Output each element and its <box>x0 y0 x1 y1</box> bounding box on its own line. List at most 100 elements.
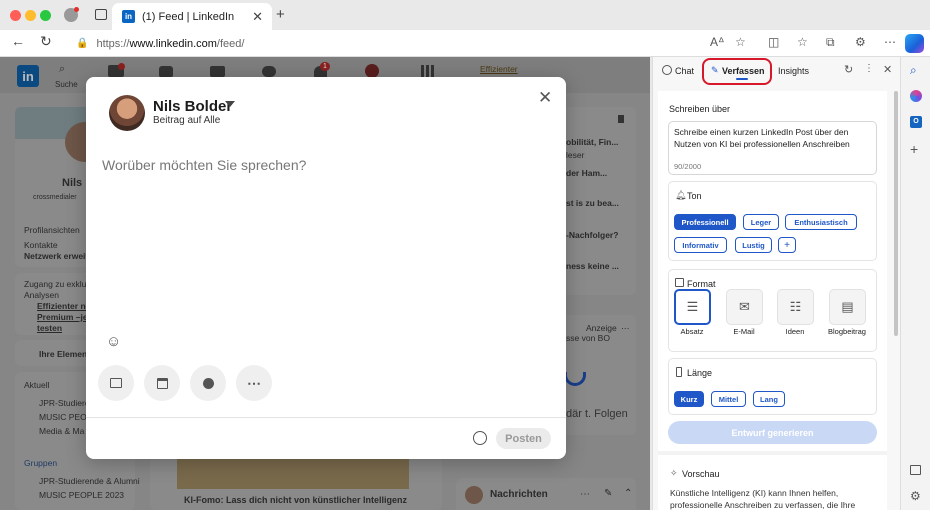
premium-link3[interactable]: testen <box>37 323 62 333</box>
post-text-area[interactable]: Worüber möchten Sie sprechen? <box>102 157 552 337</box>
split-screen-icon[interactable]: ◫ <box>768 35 779 49</box>
read-aloud-icon[interactable]: Aᐞ <box>710 35 725 49</box>
post-visibility[interactable]: Beitrag auf Alle <box>153 115 220 126</box>
url-field[interactable]: 🔒 https://www.linkedin.com/feed/ <box>66 33 766 54</box>
refresh-icon[interactable]: ↻ <box>844 63 853 76</box>
post-title[interactable]: KI-Fomo: Lass dich nicht von künstlicher… <box>184 495 407 505</box>
author-name[interactable]: Nils Bolder <box>153 98 232 115</box>
group-item[interactable]: MUSIC PEOPLE 2023 <box>39 490 124 500</box>
tab-actions-icon[interactable] <box>95 9 107 20</box>
celebrate-button[interactable] <box>190 365 226 401</box>
chevron-up-icon[interactable]: ⌃ <box>624 488 632 499</box>
maximize-window-icon[interactable] <box>40 10 51 21</box>
more-options-button[interactable]: ⋯ <box>236 365 272 401</box>
tab-insights[interactable]: Insights <box>778 66 809 76</box>
linkedin-logo[interactable]: in <box>17 65 39 87</box>
search-icon[interactable]: ⌕ <box>910 63 917 78</box>
close-window-icon[interactable] <box>10 10 21 21</box>
tab-compose[interactable]: Verfassen <box>722 66 765 76</box>
tone-option-casual[interactable]: Leger <box>743 214 779 230</box>
address-toolbar: ← ↻ 🔒 https://www.linkedin.com/feed/ Aᐞ … <box>0 30 930 57</box>
favorite-icon[interactable]: ☆ <box>735 35 746 49</box>
tone-option-enthusiastic[interactable]: Enthusiastisch <box>785 214 857 230</box>
more-icon[interactable]: ⋯ <box>884 35 896 49</box>
format-option-paragraph[interactable]: ☰ <box>674 289 711 325</box>
me-avatar[interactable] <box>365 64 379 78</box>
clock-icon[interactable] <box>473 431 487 445</box>
author-avatar[interactable] <box>109 95 145 131</box>
news-item[interactable]: ness keine ... <box>566 261 619 271</box>
close-icon[interactable]: ✕ <box>538 88 552 108</box>
more-vertical-icon[interactable]: ⋮ <box>864 63 874 74</box>
length-option-medium[interactable]: Mittel <box>711 391 746 407</box>
length-icon <box>676 367 682 377</box>
tone-option-professional[interactable]: Professionell <box>674 214 736 230</box>
news-item[interactable]: -Nachfolger? <box>566 230 618 240</box>
ad-follow[interactable]: där t. Folgen <box>566 408 628 420</box>
search-label: Suche <box>55 80 78 89</box>
reload-icon[interactable]: ↻ <box>40 33 52 50</box>
stat-grow-network[interactable]: Netzwerk erweit <box>24 251 88 261</box>
format-option-blog[interactable]: ▤ <box>829 289 866 325</box>
emoji-icon[interactable]: ☺ <box>106 333 121 350</box>
copilot-sidebar: Chat ✎ Verfassen Insights ↻ ⋮ ✕ Schreibe… <box>652 57 901 510</box>
preview-text: Künstliche Intelligenz (KI) kann Ihnen h… <box>670 488 856 510</box>
copilot-app-icon[interactable] <box>910 90 922 102</box>
length-option-short[interactable]: Kurz <box>674 391 704 407</box>
settings-icon[interactable]: ⚙ <box>910 489 921 503</box>
jobs-icon[interactable] <box>210 66 225 77</box>
stat-connections[interactable]: Kontakte <box>24 240 58 250</box>
outlook-icon[interactable]: O <box>910 116 922 128</box>
favorites-icon[interactable]: ☆ <box>797 35 808 49</box>
search-icon[interactable]: ⌕ <box>59 63 65 76</box>
format-option-email[interactable]: ✉ <box>726 289 763 325</box>
recent-item[interactable]: Media & Ma <box>39 426 84 436</box>
news-item[interactable]: der Ham... <box>566 168 607 178</box>
news-item[interactable]: st is zu bea... <box>566 198 619 208</box>
premium-link2[interactable]: Premium –jet <box>37 312 90 322</box>
generate-draft-button[interactable]: Entwurf generieren <box>668 421 877 444</box>
new-tab-icon[interactable]: + <box>276 6 285 23</box>
prompt-textarea[interactable]: Schreibe einen kurzen LinkedIn Post über… <box>668 121 877 175</box>
info-icon[interactable] <box>618 115 624 123</box>
ad-more-icon[interactable]: ⋯ <box>621 323 630 334</box>
tone-option-informative[interactable]: Informativ <box>674 237 727 253</box>
collections-icon[interactable]: ⧉ <box>826 35 835 50</box>
news-item[interactable]: obilität, Fin... <box>566 137 618 147</box>
preview-label: Vorschau <box>682 469 720 479</box>
extensions-icon[interactable]: ⚙ <box>855 35 866 49</box>
format-label-ideas: Ideen <box>785 327 805 336</box>
stat-profile-views[interactable]: Profilansichten <box>24 225 80 235</box>
format-option-ideas[interactable]: ☷ <box>777 289 814 325</box>
premium-link1[interactable]: Effizienter ne <box>37 301 90 311</box>
feed-post: KI-Fomo: Lass dich nicht von künstlicher… <box>150 457 442 510</box>
copilot-icon[interactable] <box>905 34 924 53</box>
minimize-window-icon[interactable] <box>25 10 36 21</box>
post-button[interactable]: Posten <box>496 428 551 449</box>
back-icon[interactable]: ← <box>11 33 25 49</box>
site-info-icon[interactable]: 🔒 <box>76 38 88 49</box>
messaging-more-icon[interactable]: ⋯ <box>580 489 590 500</box>
chevron-down-icon[interactable] <box>225 101 235 107</box>
premium-nav-link[interactable]: Effizienter <box>480 64 518 74</box>
recent-header: Aktuell <box>24 380 50 390</box>
tone-option-funny[interactable]: Lustig <box>735 237 772 253</box>
close-sidebar-icon[interactable]: ✕ <box>883 63 892 76</box>
tab-linkedin-feed[interactable]: in (1) Feed | LinkedIn ✕ <box>112 3 272 30</box>
sidebar-toggle-icon[interactable] <box>910 465 921 475</box>
messaging-icon[interactable] <box>262 66 276 77</box>
messaging-bar[interactable]: Nachrichten ⋯ ✎ ⌃ <box>456 478 636 510</box>
add-tone-button[interactable]: + <box>778 237 796 253</box>
add-icon[interactable]: + <box>910 141 918 157</box>
groups-header[interactable]: Gruppen <box>24 458 57 468</box>
compose-panel: Schreiben über Schreibe einen kurzen Lin… <box>658 91 887 510</box>
post-image[interactable] <box>177 457 409 489</box>
event-button[interactable] <box>144 365 180 401</box>
close-tab-icon[interactable]: ✕ <box>252 9 263 25</box>
sidebar-scrollbar[interactable] <box>894 91 898 336</box>
compose-icon[interactable]: ✎ <box>604 488 612 499</box>
length-option-long[interactable]: Lang <box>753 391 785 407</box>
tab-chat[interactable]: Chat <box>675 66 694 76</box>
image-button[interactable] <box>98 365 134 401</box>
group-item[interactable]: JPR-Studierende & Alumni <box>39 476 140 486</box>
